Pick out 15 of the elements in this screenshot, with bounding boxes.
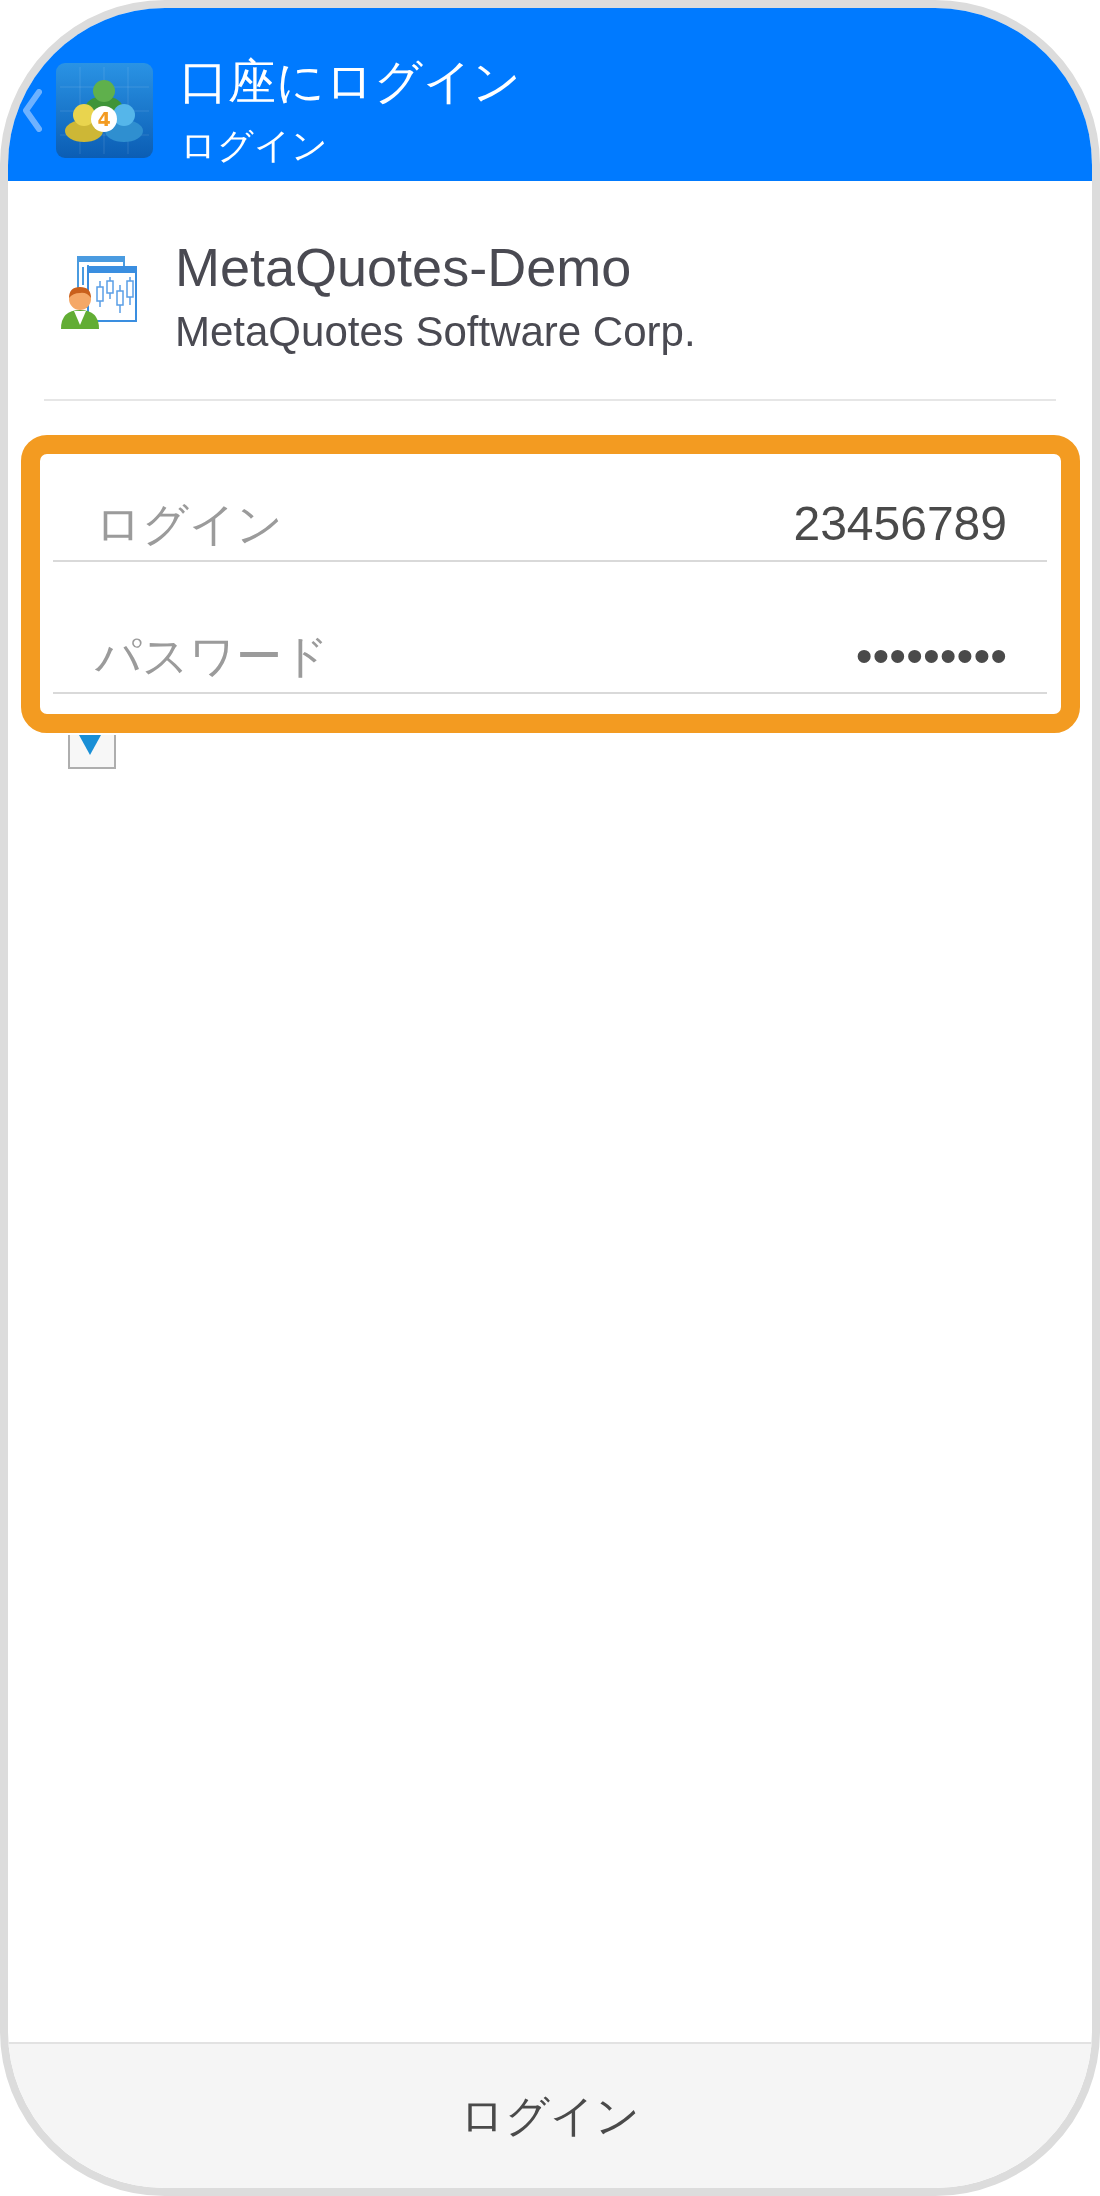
screen-title: 口座にログイン: [180, 54, 521, 110]
app-icon: 4: [56, 63, 153, 158]
field-value: 23456789: [793, 496, 1008, 552]
server-name: MetaQuotes-Demo: [175, 236, 633, 299]
screen-subtitle: ログイン: [180, 124, 329, 168]
field-label: パスワード: [94, 629, 329, 684]
checkbox[interactable]: [68, 735, 116, 769]
back-icon[interactable]: [21, 89, 42, 132]
login-field[interactable]: ログイン 23456789: [53, 454, 1047, 562]
login-button[interactable]: ログイン: [8, 2042, 1092, 2188]
user-chart-icon: [60, 255, 140, 330]
field-value: •••••••••: [855, 628, 1008, 684]
company-name: MetaQuotes Software Corp.: [175, 307, 696, 357]
field-label: ログイン: [94, 497, 283, 552]
password-field[interactable]: パスワード •••••••••: [53, 562, 1047, 694]
